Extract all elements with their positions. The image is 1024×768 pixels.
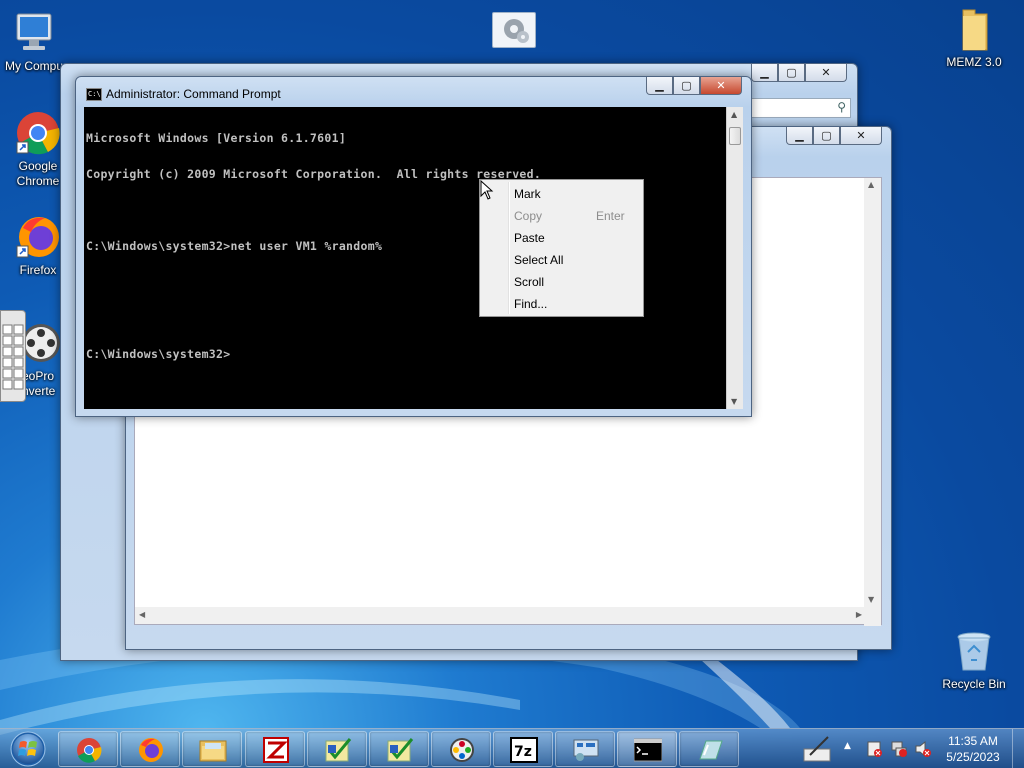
console-scrollbar[interactable]: ▲ ▼	[726, 107, 743, 409]
scroll-up-icon[interactable]: ▲	[731, 110, 737, 119]
close-button[interactable]: ✕	[840, 127, 882, 145]
desktop-icon-memz-folder[interactable]: MEMZ 3.0	[934, 6, 1014, 70]
horizontal-scrollbar[interactable]: ◀ ▶	[135, 607, 866, 624]
taskbar-app-c[interactable]	[679, 731, 739, 767]
desktop-icon-memz[interactable]	[474, 12, 554, 51]
taskbar-file-explorer[interactable]	[182, 731, 242, 767]
taskbar-network-tool[interactable]	[555, 731, 615, 767]
folder-icon	[199, 740, 227, 762]
checkmark-app-icon	[387, 738, 414, 762]
menu-item-label: Scroll	[514, 275, 545, 289]
scroll-down-icon[interactable]: ▼	[868, 595, 874, 604]
desktop-icon-label: eoPro	[22, 369, 55, 383]
taskbar-command-prompt[interactable]	[617, 731, 677, 767]
menu-item-find[interactable]: Find...	[480, 293, 643, 315]
firefox-icon	[15, 214, 61, 260]
menu-item-label: Copy	[514, 209, 543, 223]
scroll-right-icon[interactable]: ▶	[856, 610, 862, 619]
maximize-button[interactable]: ▢	[778, 64, 805, 82]
menu-item-mark[interactable]: Mark	[480, 183, 643, 205]
context-menu: Mark Copy Enter Paste Select All Scroll F…	[479, 179, 644, 317]
minimize-button[interactable]: ▁	[786, 127, 813, 145]
7zip-icon: 7z	[510, 737, 538, 763]
volume-muted-icon[interactable]	[914, 740, 932, 758]
menu-item-select-all[interactable]: Select All	[480, 249, 643, 271]
desktop-icon-label-2: nverte	[22, 384, 56, 398]
network-status-icon[interactable]	[890, 740, 908, 758]
chrome-icon	[15, 110, 61, 156]
taskbar: 7z ▲ 11:35 AM 5/25/2023	[0, 728, 1024, 768]
search-icon: ⚲	[837, 100, 846, 114]
minimize-button[interactable]: ▁	[646, 77, 673, 95]
show-desktop-button[interactable]	[1012, 729, 1024, 768]
desktop-icon-label: Recycle Bin	[942, 677, 1006, 691]
taskbar-filezilla[interactable]	[245, 731, 305, 767]
window-title: Administrator: Command Prompt	[106, 87, 281, 101]
window-controls: ▁ ▢ ✕	[751, 64, 847, 82]
computer-icon	[11, 10, 57, 56]
maximize-button[interactable]: ▢	[673, 77, 700, 95]
command-prompt-window[interactable]: C:\ Administrator: Command Prompt ▁ ▢ ✕ …	[75, 76, 752, 417]
notepad-icon	[699, 740, 723, 760]
show-hidden-icons-icon[interactable]: ▲	[844, 741, 851, 751]
window-controls: ▁ ▢ ✕	[646, 77, 742, 95]
network-icon	[573, 739, 599, 761]
menu-item-label: Mark	[514, 187, 541, 201]
search-box[interactable]: ⚲	[751, 98, 851, 118]
taskbar-7zip[interactable]: 7z	[493, 731, 553, 767]
film-reel-icon	[450, 738, 474, 762]
windows-start-icon	[10, 731, 46, 767]
scroll-left-icon[interactable]: ◀	[139, 610, 145, 619]
taskbar-app-b[interactable]	[369, 731, 429, 767]
checkmark-app-icon	[325, 738, 352, 762]
taskbar-chrome[interactable]	[58, 731, 118, 767]
filezilla-icon	[263, 737, 289, 763]
memz-app-icon	[492, 12, 536, 48]
recycle-bin-icon	[951, 628, 997, 674]
on-screen-keyboard-panel[interactable]	[0, 310, 26, 402]
start-button[interactable]	[4, 730, 52, 768]
cmd-icon	[634, 738, 662, 762]
maximize-button[interactable]: ▢	[813, 127, 840, 145]
console-prompt: C:\Windows\system32>	[86, 347, 231, 361]
menu-item-paste[interactable]: Paste	[480, 227, 643, 249]
menu-item-label: Paste	[514, 231, 545, 245]
taskbar-firefox[interactable]	[120, 731, 180, 767]
chrome-icon	[77, 738, 102, 763]
menu-item-label: Find...	[514, 297, 548, 311]
clock-date: 5/25/2023	[946, 750, 1000, 764]
window-controls: ▁ ▢ ✕	[786, 127, 882, 145]
close-button[interactable]: ✕	[805, 64, 847, 82]
clock-time: 11:35 AM	[948, 734, 998, 748]
scroll-thumb[interactable]	[729, 127, 741, 145]
firefox-icon	[139, 738, 163, 762]
cmd-icon: C:\	[86, 88, 102, 101]
vertical-scrollbar[interactable]: ▲ ▼	[864, 178, 881, 626]
svg-text:7z: 7z	[514, 744, 532, 760]
minimize-button[interactable]: ▁	[751, 64, 778, 82]
folder-icon	[951, 6, 997, 52]
menu-item-label: Select All	[514, 253, 564, 267]
console-line: Microsoft Windows [Version 6.1.7601]	[86, 131, 347, 145]
scroll-up-icon[interactable]: ▲	[868, 180, 874, 189]
taskbar-app-a[interactable]	[307, 731, 367, 767]
mouse-cursor-icon	[480, 180, 494, 200]
taskbar-clock[interactable]: 11:35 AM 5/25/2023	[938, 733, 1008, 765]
scroll-down-icon[interactable]: ▼	[731, 397, 737, 406]
action-center-icon[interactable]	[866, 740, 884, 758]
handwriting-icon[interactable]	[802, 735, 834, 763]
taskbar-videopro[interactable]	[431, 731, 491, 767]
desktop-icon-label: MEMZ 3.0	[946, 55, 1002, 69]
menu-item-scroll[interactable]: Scroll	[480, 271, 643, 293]
close-button[interactable]: ✕	[700, 77, 742, 95]
desktop-icon-recycle-bin[interactable]: Recycle Bin	[934, 628, 1014, 692]
menu-item-copy[interactable]: Copy Enter	[480, 205, 643, 227]
menu-item-shortcut: Enter	[596, 209, 625, 223]
